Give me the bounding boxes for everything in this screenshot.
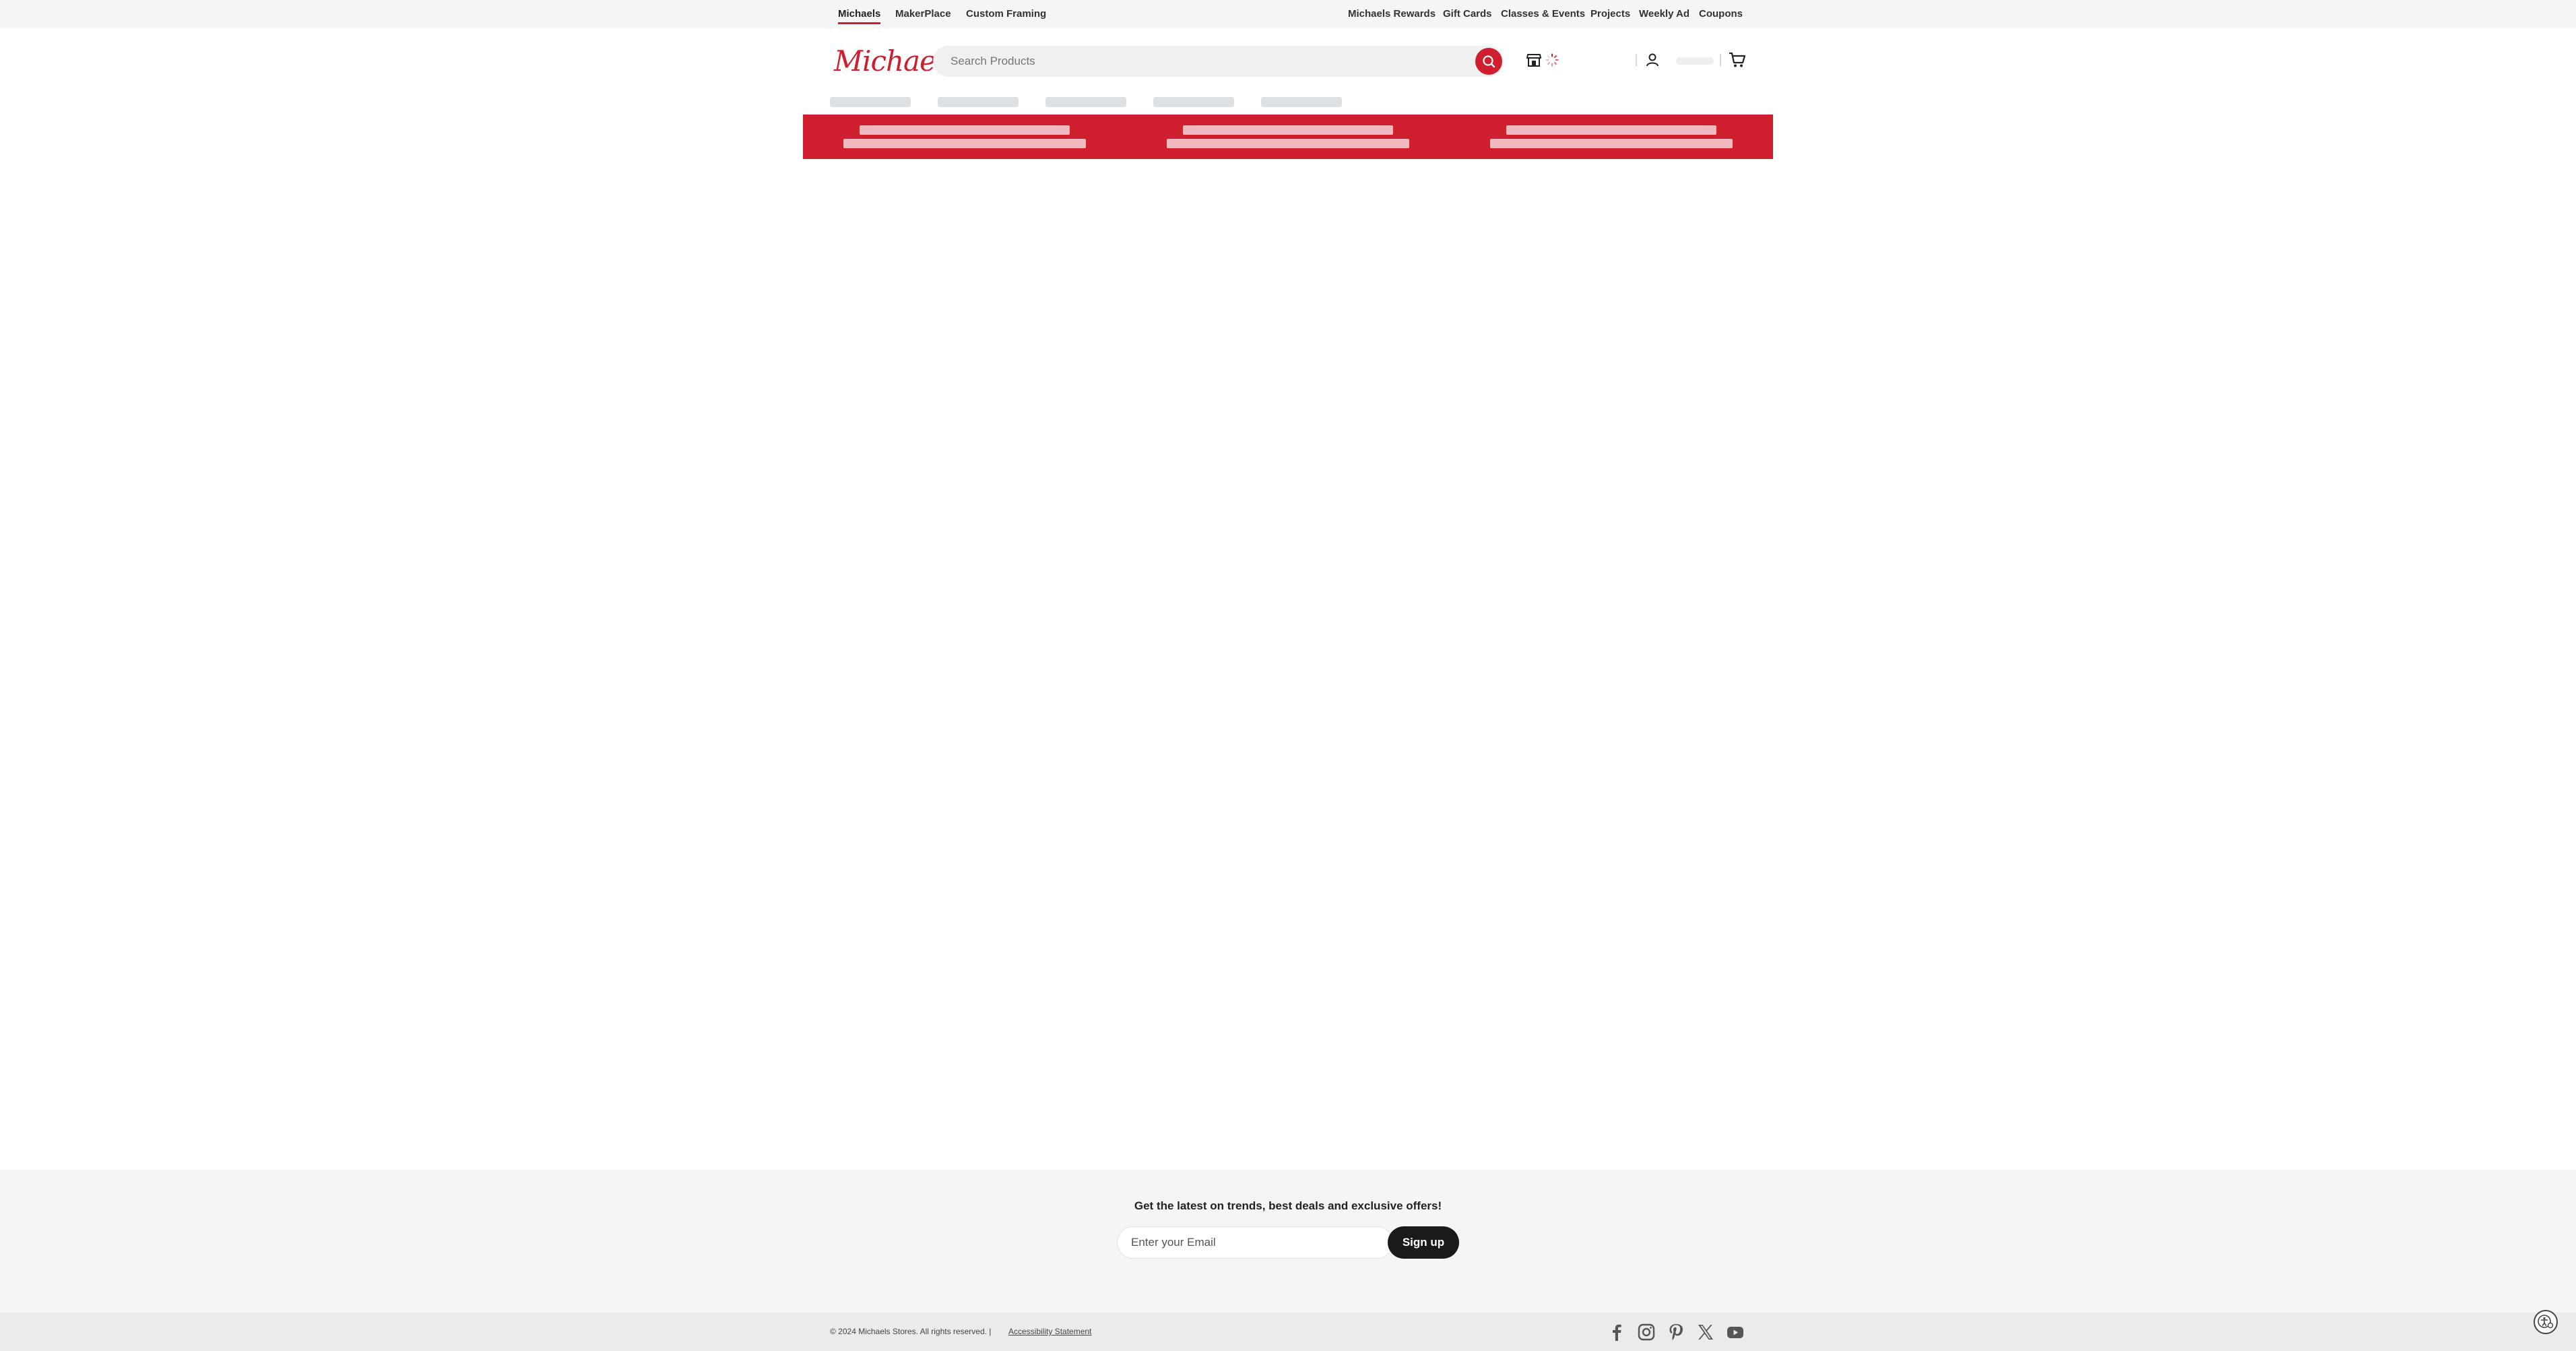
header-divider	[1636, 54, 1637, 66]
promo-text-placeholder	[860, 125, 1070, 135]
copyright-text: © 2024 Michaels Stores. All rights reser…	[830, 1327, 992, 1336]
x-icon[interactable]	[1696, 1322, 1716, 1342]
tab-custom-framing[interactable]: Custom Framing	[966, 7, 1046, 21]
search-button[interactable]	[1475, 48, 1502, 75]
tab-makerplace[interactable]: MakerPlace	[895, 7, 951, 21]
promo-text-placeholder	[843, 139, 1086, 148]
link-projects[interactable]: Projects	[1590, 7, 1630, 21]
promo-text-placeholder	[1490, 139, 1733, 148]
promo-text-placeholder	[1167, 139, 1409, 148]
sign-up-button[interactable]: Sign up	[1388, 1226, 1459, 1259]
accessibility-widget-button[interactable]	[2534, 1310, 2558, 1334]
link-coupons[interactable]: Coupons	[1699, 7, 1743, 21]
search-icon	[1483, 55, 1495, 68]
cart-icon[interactable]	[1729, 52, 1746, 68]
accessibility-icon	[2538, 1315, 2554, 1329]
link-classes-events[interactable]: Classes & Events	[1501, 7, 1585, 21]
youtube-icon[interactable]	[1725, 1322, 1745, 1342]
promo-banner	[803, 115, 1773, 159]
pinterest-icon[interactable]	[1666, 1322, 1686, 1342]
category-nav-placeholder	[1261, 97, 1342, 107]
search-input[interactable]	[951, 46, 1462, 77]
link-weekly-ad[interactable]: Weekly Ad	[1639, 7, 1689, 21]
user-icon[interactable]	[1645, 53, 1660, 67]
header-divider	[1720, 54, 1721, 66]
category-nav-placeholder	[830, 97, 911, 107]
newsletter-title: Get the latest on trends, best deals and…	[1134, 1199, 1442, 1212]
promo-text-placeholder	[1183, 125, 1393, 135]
facebook-icon[interactable]	[1607, 1322, 1627, 1342]
utility-bar: Michaels MakerPlace Custom Framing Micha…	[0, 0, 2576, 28]
category-nav-placeholder	[938, 97, 1019, 107]
email-field[interactable]	[1117, 1226, 1393, 1259]
category-nav-placeholder	[1153, 97, 1234, 107]
promo-text-placeholder	[1506, 125, 1716, 135]
footer: © 2024 Michaels Stores. All rights reser…	[0, 1313, 2576, 1351]
store-icon[interactable]	[1526, 53, 1541, 67]
category-nav-placeholder	[1045, 97, 1126, 107]
account-name-placeholder	[1676, 57, 1714, 65]
link-gift-cards[interactable]: Gift Cards	[1443, 7, 1492, 21]
search-bar	[933, 46, 1504, 77]
loading-spinner-icon	[1545, 53, 1559, 67]
tab-michaels[interactable]: Michaels	[838, 7, 881, 24]
newsletter-section: Get the latest on trends, best deals and…	[0, 1170, 2576, 1313]
link-michaels-rewards[interactable]: Michaels Rewards	[1348, 7, 1436, 21]
instagram-icon[interactable]	[1636, 1322, 1656, 1342]
accessibility-statement-link[interactable]: Accessibility Statement	[1008, 1326, 1091, 1337]
